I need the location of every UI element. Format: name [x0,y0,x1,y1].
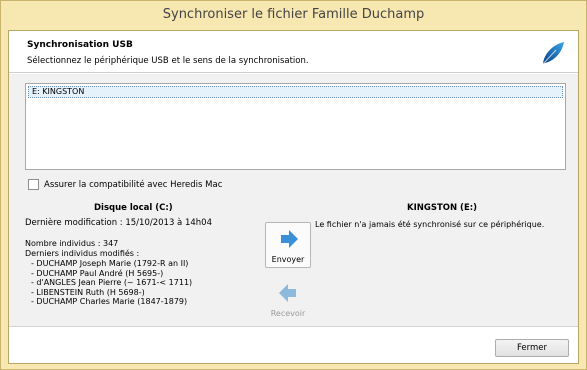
list-item: - LIBENSTEIN Ruth (H 5698-) [31,287,145,297]
header-subtitle: Sélectionnez le périphérique USB et le s… [27,56,309,66]
list-item: - DUCHAMP Charles Marie (1847-1879) [31,297,188,306]
compat-label[interactable]: Assurer la compatibilité avec Heredis Ma… [44,180,222,190]
send-label: Envoyer [271,255,305,264]
list-item: - DUCHAMP Joseph Marie (1792-R an II) [31,259,189,268]
receive-button[interactable]: Recevoir [265,277,311,323]
receive-label: Recevoir [270,309,306,318]
remote-sync-status: Le fichier n'a jamais été synchronisé su… [315,220,545,229]
list-item: - DUCHAMP Paul André (H 5695-) [31,268,164,278]
local-last-modified: Dernière modification : 15/10/2013 à 14h… [25,218,212,228]
compat-option[interactable]: Assurer la compatibilité avec Heredis Ma… [28,179,222,190]
list-item: - d'ANGLES Jean Pierre (~ 1671-< 1711) [31,278,193,287]
arrow-left-icon [279,284,296,302]
dialog-window: Synchroniser le fichier Famille Duchamp … [0,0,587,370]
recent-individuals-title: Derniers individus modifiés : [25,249,140,258]
recent-individuals-list: - DUCHAMP Joseph Marie (1792-R an II) - … [31,259,192,307]
send-button[interactable]: Envoyer [265,222,311,268]
arrow-right-icon [281,230,298,248]
remote-device-title: KINGSTON (E:) [407,203,478,213]
device-list[interactable]: E: KINGSTON [25,83,566,170]
feather-icon [542,42,564,65]
local-individual-count: Nombre individus : 347 [25,239,119,248]
dialog-footer: Fermer [9,326,578,363]
local-disk-title: Disque local (C:) [94,203,173,213]
window-title: Synchroniser le fichier Famille Duchamp [162,7,425,22]
device-item[interactable]: E: KINGSTON [28,86,563,98]
dialog-header: Synchronisation USB Sélectionnez le péri… [9,31,578,73]
compat-checkbox[interactable] [28,179,39,190]
close-button[interactable]: Fermer [495,339,569,357]
dialog-client: Synchronisation USB Sélectionnez le péri… [8,30,579,364]
dialog-body: E: KINGSTON Assurer la compatibilité ave… [9,74,578,326]
header-title: Synchronisation USB [27,40,133,50]
